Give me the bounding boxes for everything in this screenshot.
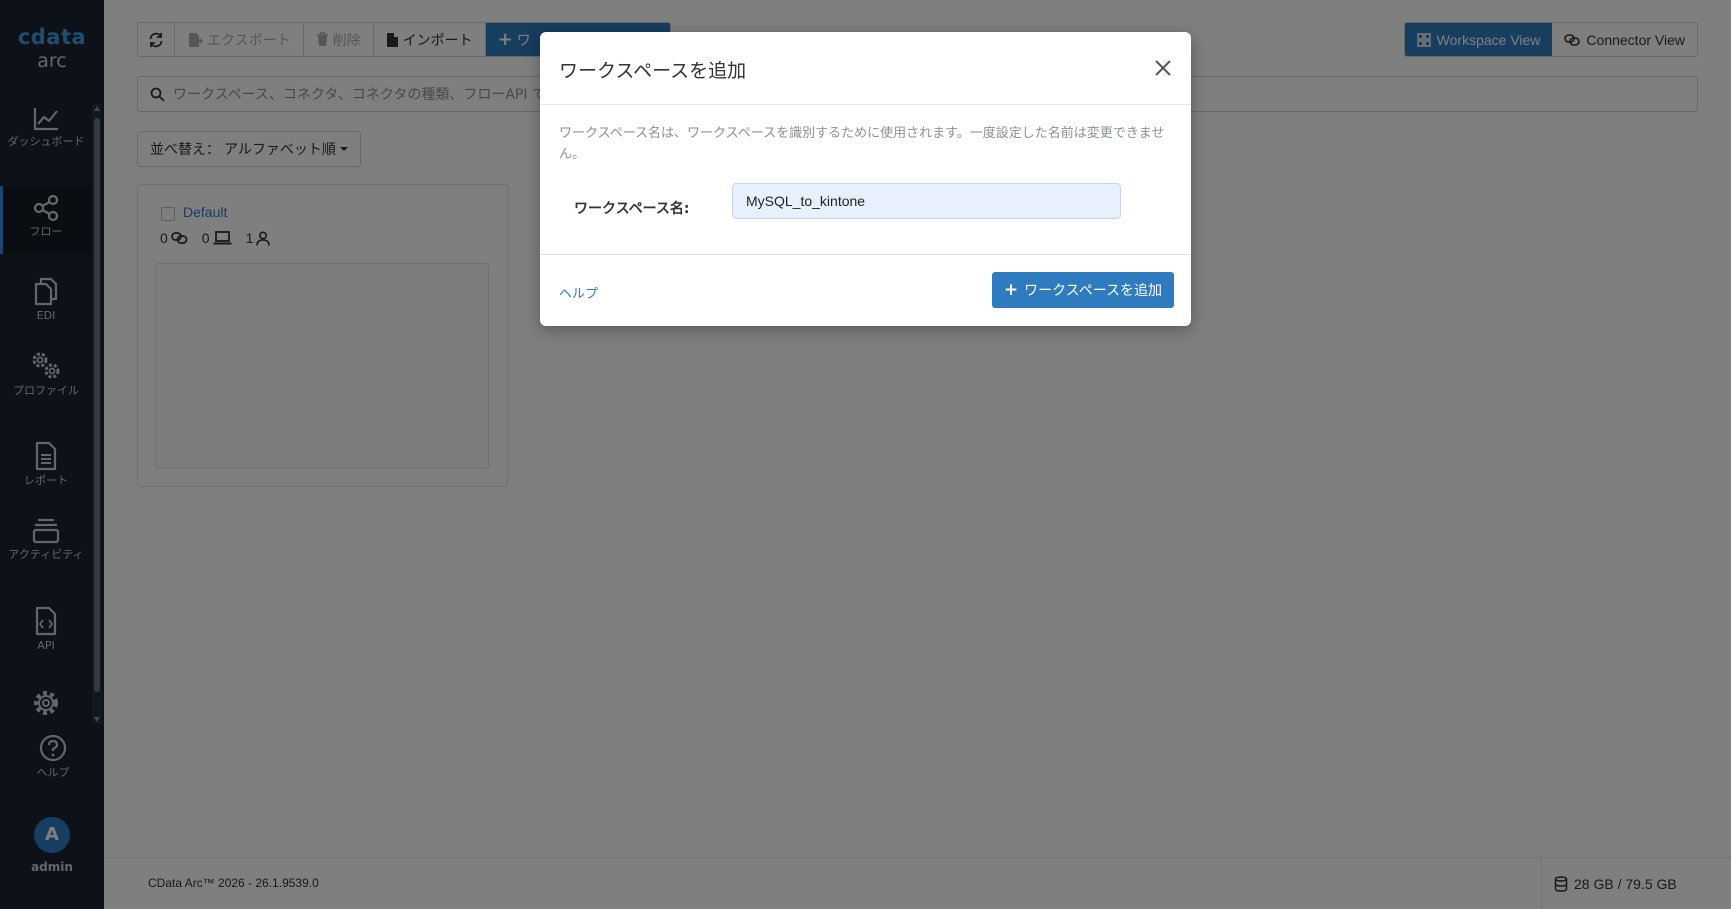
close-button[interactable]: [1151, 56, 1175, 80]
workspace-name-field[interactable]: [732, 183, 1121, 219]
workspace-name-label: ワークスペース名:: [574, 201, 690, 217]
modal-footer: ヘルプ + ワークスペースを追加: [540, 254, 1191, 326]
modal-title: ワークスペースを追加: [559, 60, 747, 82]
modal-header: ワークスペースを追加: [540, 32, 1191, 105]
add-workspace-submit-button[interactable]: + ワークスペースを追加: [991, 272, 1174, 308]
close-icon: [1155, 60, 1171, 76]
submit-label: ワークスペースを追加: [1024, 283, 1162, 299]
modal-description: ワークスペース名は、ワークスペースを識別するために使用されます。一度設定した名前…: [559, 126, 1165, 162]
add-workspace-dialog: ワークスペースを追加 ワークスペース名は、ワークスペースを識別するために使用され…: [540, 32, 1191, 326]
plus-icon: +: [1003, 279, 1019, 300]
help-link[interactable]: ヘルプ: [559, 283, 598, 302]
